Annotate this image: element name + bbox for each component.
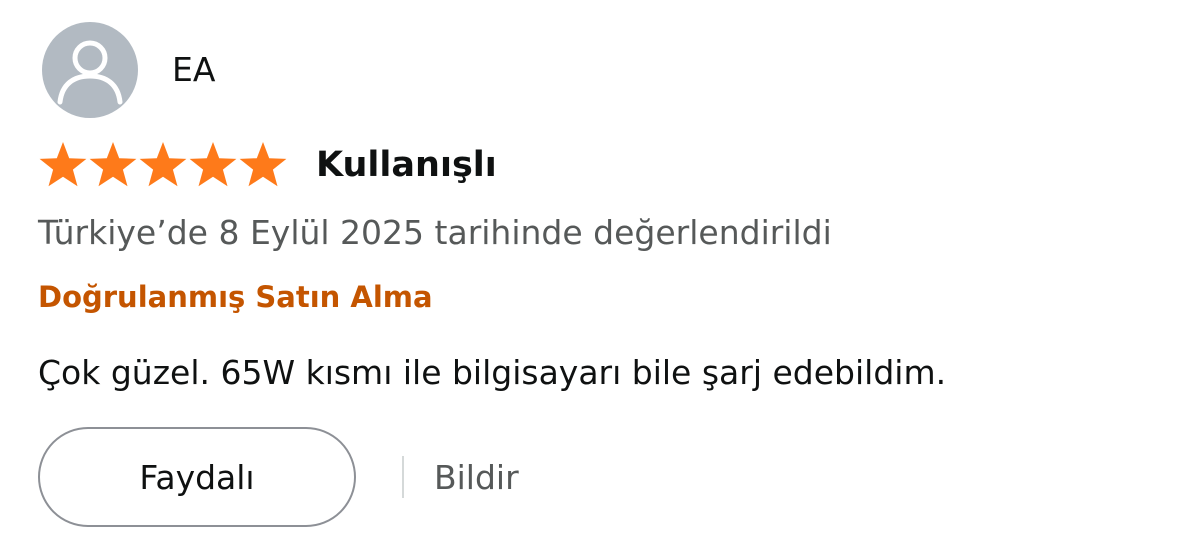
star-icon [188, 140, 238, 190]
helpful-button[interactable]: Faydalı [38, 427, 356, 527]
rating-row: Kullanışlı [38, 140, 497, 190]
reviewer-name[interactable]: EA [172, 53, 215, 86]
review-actions: Faydalı Bildir [38, 427, 519, 527]
divider [402, 456, 404, 498]
review-date: Türkiye’de 8 Eylül 2025 tarihinde değerl… [38, 213, 832, 252]
star-icon [138, 140, 188, 190]
reviewer-profile[interactable]: EA [42, 22, 215, 118]
verified-purchase-badge: Doğrulanmış Satın Alma [38, 280, 433, 314]
review-title[interactable]: Kullanışlı [316, 147, 497, 183]
customer-review: EA Kullanışlı Türkiye’de 8 Eylül 2025 ta… [0, 0, 1200, 544]
star-icon [238, 140, 288, 190]
star-icon [38, 140, 88, 190]
user-silhouette-icon [57, 40, 123, 105]
star-rating[interactable] [38, 140, 288, 190]
report-link[interactable]: Bildir [434, 461, 519, 494]
star-icon [88, 140, 138, 190]
avatar [42, 22, 138, 118]
review-body: Çok güzel. 65W kısmı ile bilgisayarı bil… [38, 353, 947, 392]
